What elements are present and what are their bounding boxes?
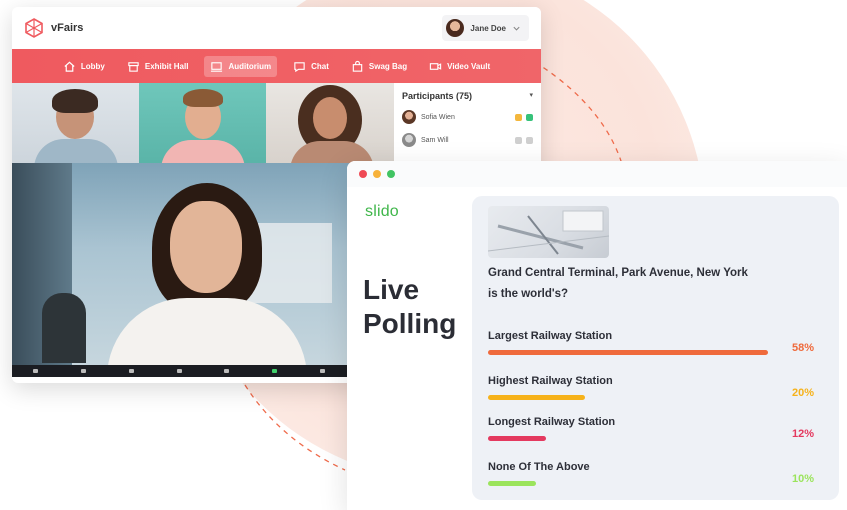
camera-icon [526, 113, 533, 121]
poll-option[interactable]: Largest Railway Station 58% [488, 330, 828, 356]
participants-icon[interactable] [176, 369, 182, 373]
minimize-window-button[interactable] [373, 170, 381, 178]
nav-item-exhibit-hall[interactable]: Exhibit Hall [121, 56, 195, 77]
nav-label: Lobby [80, 61, 105, 71]
option-bar-track [488, 481, 768, 487]
chat-icon [294, 61, 305, 72]
nav-item-chat[interactable]: Chat [287, 56, 335, 77]
main-nav: Lobby Exhibit Hall Auditorium Chat Swag … [12, 49, 541, 83]
share-screen-icon[interactable] [272, 369, 278, 373]
participants-title: Participants (75) [402, 91, 473, 101]
slido-window: slido Live Polling Grand Central Termina… [347, 161, 847, 510]
camera-icon[interactable] [81, 369, 87, 373]
avatar [402, 133, 416, 147]
poll-card: Grand Central Terminal, Park Avenue, New… [472, 196, 839, 500]
nav-item-video-vault[interactable]: Video Vault [423, 56, 496, 77]
nav-item-auditorium[interactable]: Auditorium [204, 55, 278, 77]
option-bar-track [488, 436, 768, 442]
nav-label: Swag Bag [368, 61, 408, 71]
participants-header[interactable]: Participants (75) ▾ [402, 91, 533, 101]
option-label: None Of The Above [488, 461, 590, 473]
option-label: Longest Railway Station [488, 416, 616, 428]
option-bar-track [488, 350, 768, 356]
brand-name: vFairs [51, 22, 84, 34]
option-bar-fill [488, 395, 585, 400]
user-menu[interactable]: Jane Doe [442, 15, 529, 41]
option-percent: 20% [791, 387, 814, 399]
meeting-toolbar [12, 365, 394, 377]
poll-question: Grand Central Terminal, Park Avenue, New… [488, 263, 788, 305]
record-icon[interactable] [319, 369, 325, 373]
person-body [34, 139, 118, 163]
option-bar-fill [488, 350, 768, 355]
screen-icon [211, 61, 223, 72]
option-bar-fill [488, 481, 537, 486]
brand[interactable]: vFairs [24, 18, 83, 38]
question-line: Grand Central Terminal, Park Avenue, New… [488, 267, 748, 279]
option-label: Largest Railway Station [488, 330, 613, 342]
participant-row[interactable]: Sofia Wien [402, 110, 533, 124]
participant-name: Sam Will [421, 136, 449, 144]
chevron-down-icon [513, 26, 520, 31]
video-tile[interactable] [139, 83, 266, 163]
user-name: Jane Doe [470, 23, 506, 33]
hand-raise-icon [515, 113, 522, 121]
vfairs-logo-icon [25, 18, 43, 38]
camera-off-icon [526, 136, 533, 144]
participant-row[interactable]: Sam Will [402, 133, 533, 147]
nav-item-lobby[interactable]: Lobby [57, 56, 111, 77]
video-icon [429, 62, 442, 70]
option-bar-fill [488, 436, 546, 441]
video-tile[interactable] [12, 83, 139, 163]
window-titlebar [347, 161, 847, 187]
participant-name: Sofia Wien [421, 113, 455, 121]
maximize-window-button[interactable] [387, 170, 395, 178]
person-head [170, 201, 242, 293]
architect-tools-image [488, 210, 609, 255]
participants-panel: Participants (75) ▾ Sofia Wien Sam Will [394, 83, 541, 163]
poll-image [488, 206, 609, 258]
poll-option[interactable]: Highest Railway Station 20% [488, 375, 828, 401]
page-title: Live Polling [363, 273, 456, 341]
avatar [446, 19, 465, 37]
question-line: is the world's? [488, 288, 569, 300]
person-body [161, 140, 245, 163]
person-hair [52, 89, 98, 113]
nav-label: Auditorium [228, 61, 272, 71]
person-hair [183, 89, 223, 107]
bag-icon [352, 60, 363, 72]
video-tiles [12, 83, 394, 163]
home-icon [64, 61, 75, 72]
vfairs-header: vFairs Jane Doe [12, 7, 541, 49]
chevron-down-icon: ▾ [529, 92, 533, 99]
store-icon [128, 61, 139, 72]
security-icon[interactable] [128, 369, 134, 373]
option-percent: 10% [791, 473, 814, 485]
nav-label: Chat [311, 61, 329, 71]
option-percent: 58% [791, 342, 814, 354]
close-window-button[interactable] [359, 170, 367, 178]
video-tile[interactable] [266, 83, 394, 163]
title-line: Polling [363, 308, 457, 339]
chat-icon[interactable] [224, 369, 230, 373]
person-head [313, 97, 347, 139]
main-speaker-video[interactable] [12, 163, 394, 377]
avatar [402, 110, 416, 124]
mic-icon[interactable] [33, 369, 39, 373]
person-body [290, 141, 374, 163]
poll-option[interactable]: Longest Railway Station 12% [488, 416, 828, 442]
option-bar-track [488, 395, 768, 401]
title-line: Live [363, 274, 420, 305]
slido-logo: slido [365, 203, 399, 220]
option-percent: 12% [791, 428, 814, 440]
nav-label: Exhibit Hall [144, 61, 189, 71]
option-label: Highest Railway Station [488, 375, 613, 387]
nav-label: Video Vault [447, 61, 491, 71]
background-person [42, 293, 86, 363]
mic-muted-icon [515, 136, 522, 144]
nav-item-swag-bag[interactable]: Swag Bag [345, 56, 413, 77]
poll-option[interactable]: None Of The Above 10% [488, 461, 828, 487]
